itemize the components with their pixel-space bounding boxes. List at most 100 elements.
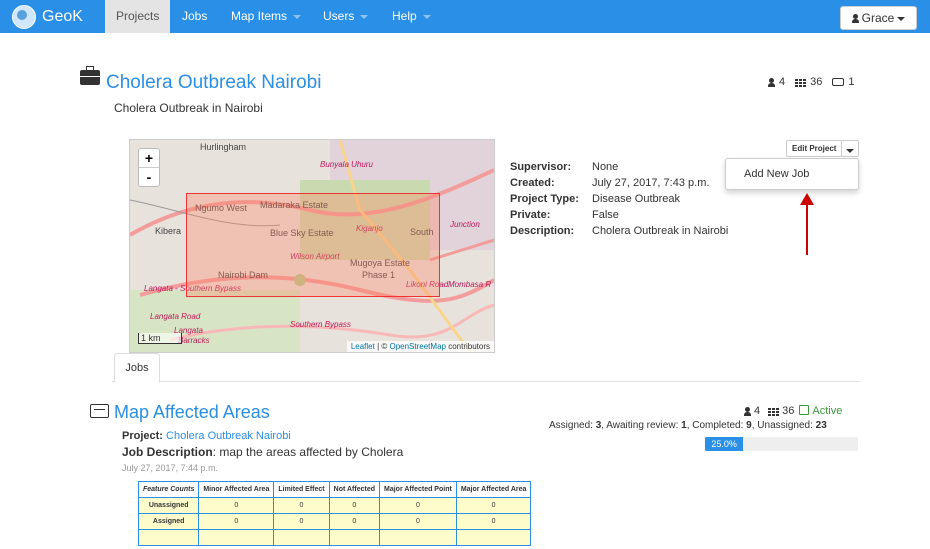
inbox-icon [90,404,109,418]
nav-help[interactable]: Help [381,0,442,33]
nav-jobs[interactable]: Jobs [171,0,218,33]
nav-label: Help [392,9,417,23]
job-title[interactable]: Map Affected Areas [114,402,270,423]
attribution-tail: contributors [445,342,490,351]
job-assignment-summary: Assigned: 3, Awaiting review: 1, Complet… [549,420,827,431]
top-navbar: GeoK Projects Jobs Map Items Users Help … [0,0,930,33]
user-menu-button[interactable]: Grace [840,6,917,30]
leaflet-link[interactable]: Leaflet [351,342,375,351]
table-row-label [137,529,200,546]
project-title[interactable]: Cholera Outbreak Nairobi [106,72,321,94]
unassigned-count: 23 [815,420,827,431]
inbox-icon [832,78,845,86]
tab-jobs[interactable]: Jobs [114,353,160,383]
table-cell [273,529,330,546]
table-row: Unassigned 0 0 0 0 0 [137,497,532,514]
job-description: Job Description: map the areas affected … [122,445,403,459]
detail-key: Description: [510,225,575,237]
project-stats: 4 36 1 [768,76,859,88]
table-cell: 0 [455,513,532,530]
table-cell: 0 [198,497,275,514]
job-count: 1 [848,76,855,88]
table-header: Major Affected Point [379,481,457,498]
user-icon [744,406,751,416]
add-new-job-item[interactable]: Add New Job [726,159,858,189]
table-header: Major Affected Area [455,481,532,498]
detail-value: None [592,161,619,173]
map-road-label: Barracks [178,336,210,345]
table-cell: 0 [379,497,457,514]
job-date: July 27, 2017, 7:44 p.m. [122,463,219,473]
nav-projects[interactable]: Projects [105,0,171,33]
project-tabs: Jobs [112,353,859,383]
grid-icon [768,406,780,416]
nav-map-items[interactable]: Map Items [220,0,312,33]
zoom-control: + - [138,148,160,187]
feature-counts-table: Feature Counts Minor Affected Area Limit… [137,481,532,546]
nav-label: Jobs [182,9,208,23]
project-area-rectangle [186,193,440,297]
map-road-label: Junction [450,220,480,229]
table-cell: 0 [198,513,275,530]
brand-logo[interactable]: GeoK [12,5,83,29]
map-road-label: Langata Road [150,312,201,321]
nav-label: Projects [116,9,160,23]
zoom-in-button[interactable]: + [139,149,159,168]
check-square-icon [799,405,810,415]
table-row-label: Assigned [137,513,200,530]
nav-users[interactable]: Users [312,0,379,33]
job-project-label: Project: [122,430,163,442]
table-cell: 0 [273,513,330,530]
table-cell [328,529,381,546]
table-header: Limited Effect [273,481,330,498]
user-icon [768,77,775,87]
table-cell [379,529,457,546]
project-actions-dropdown: Add New Job [725,158,859,190]
brand-name: GeoK [42,8,83,25]
zoom-out-button[interactable]: - [139,168,159,186]
map-road-label: Southern Bypass [290,320,351,329]
briefcase-icon [80,66,100,85]
table-cell: 0 [379,513,457,530]
table-cell: 0 [273,497,330,514]
edit-project-dropdown-toggle[interactable] [841,140,859,157]
user-count: 4 [779,76,786,88]
annotation-arrow [800,193,814,255]
map-label: Hurlingham [200,142,247,152]
table-cell: 0 [455,497,532,514]
chevron-down-icon [360,14,369,19]
detail-description: Description: Cholera Outbreak in Nairobi [510,223,728,239]
detail-key: Supervisor: [510,161,572,173]
table-header: Minor Affected Area [198,481,275,498]
user-icon [851,14,859,23]
chevron-down-icon [846,149,854,154]
table-header-row: Feature Counts Minor Affected Area Limit… [137,481,532,498]
job-item-count: 36 [782,405,795,417]
chevron-down-icon [422,14,431,19]
project-map[interactable]: Hurlingham Bunyala Uhuru Ngumo West Mada… [129,139,495,353]
job-project-link[interactable]: Cholera Outbreak Nairobi [166,430,291,442]
table-cell [455,529,532,546]
detail-private: Private: False [510,207,728,223]
detail-value: Cholera Outbreak in Nairobi [592,225,729,237]
assign-label: Assigned: [549,420,596,431]
table-row [137,529,532,546]
job-user-count: 4 [754,405,761,417]
detail-project-type: Project Type: Disease Outbreak [510,191,728,207]
project-subtitle: Cholera Outbreak in Nairobi [114,101,263,115]
table-cell [198,529,275,546]
detail-supervisor: Supervisor: None [510,159,728,175]
assign-label: , Awaiting review: [601,420,682,431]
job-progress-fill: 25.0% [705,437,744,451]
detail-value: False [592,209,619,221]
job-progress-bar: 25.0% [705,437,858,451]
map-road-label: Mombasa R [448,280,492,289]
map-road-label: Bunyala Uhuru [320,160,373,169]
job-project: Project: Cholera Outbreak Nairobi [122,430,291,442]
osm-link[interactable]: OpenStreetMap [389,342,445,351]
table-cell: 0 [328,497,381,514]
edit-project-button[interactable]: Edit Project [786,140,843,157]
job-status-label: Active [812,405,843,417]
attribution-separator: | © [374,342,390,351]
job-desc-value: : map the areas affected by Cholera [212,445,404,459]
